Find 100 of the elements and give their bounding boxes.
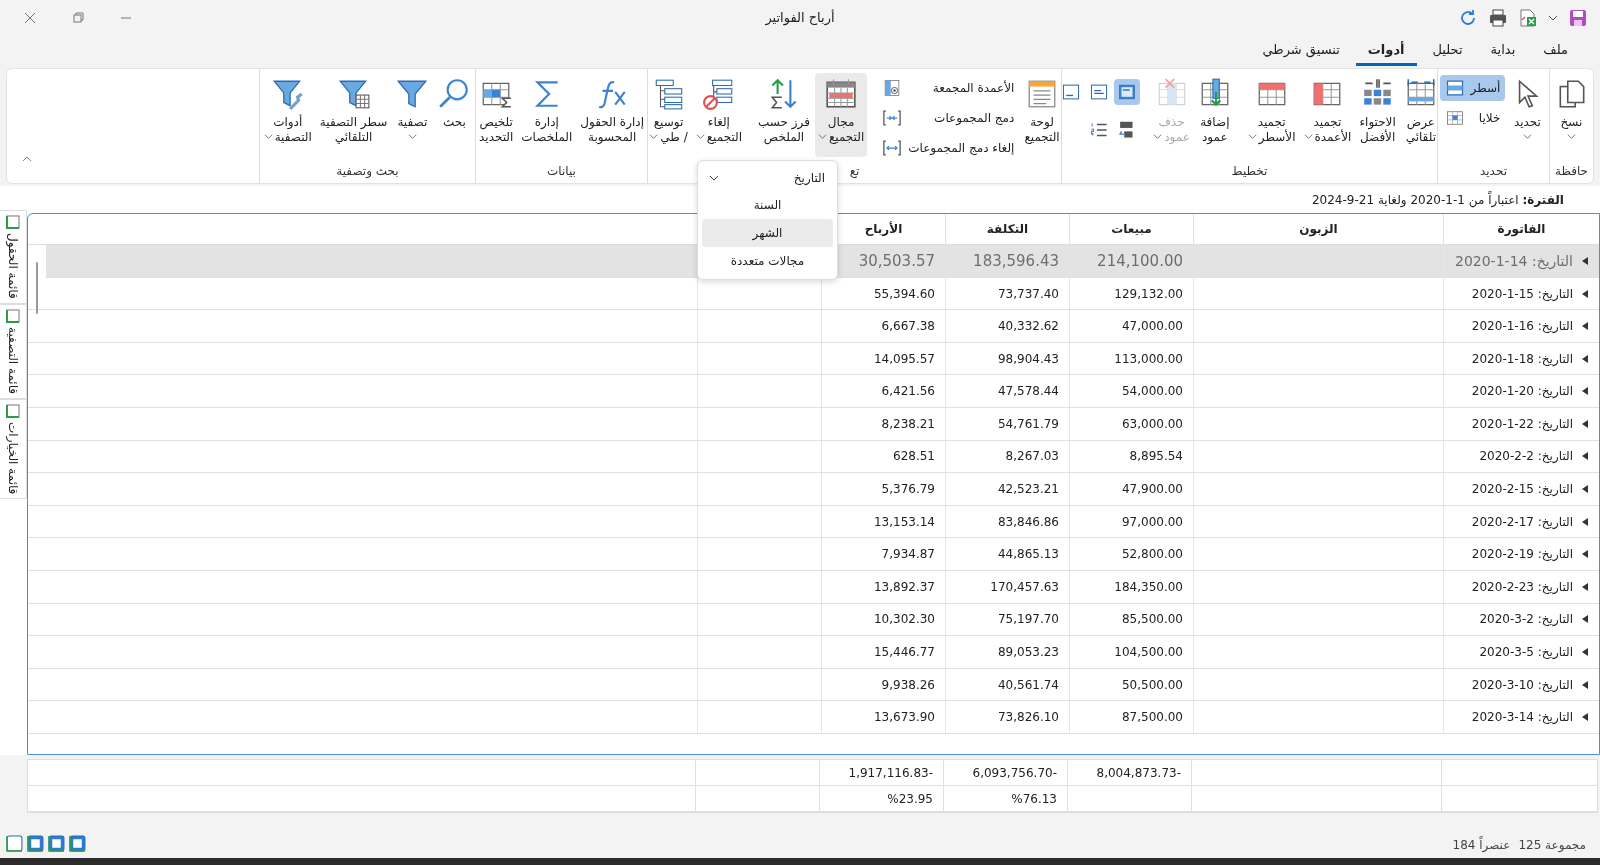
ribbon-button[interactable]: تجميد الأعمدة [1300, 73, 1355, 158]
table-cell: 13,153.14 [821, 505, 945, 538]
ribbon-button[interactable]: الأعمدة المجمعة [877, 75, 1020, 102]
table-cell: 42,523.21 [945, 473, 1069, 505]
caret-icon [1522, 132, 1532, 142]
group-label-cell: التاريخ: 14-3-2020 [1471, 710, 1573, 725]
table-cell: 10,302.30 [821, 603, 945, 636]
ribbon-button[interactable]: تحديد [1507, 73, 1548, 158]
group-label-cell: التاريخ: 15-2-2020 [1471, 482, 1573, 497]
ribbon-button[interactable]: تجميد الأسطر [1244, 73, 1299, 158]
ribbon-button[interactable]: أدوات التصفية [260, 73, 315, 158]
column-header[interactable]: التكلفة [945, 214, 1069, 245]
ribbon-button[interactable]: توسيع / طي [646, 73, 691, 158]
group-label-cell: التاريخ: 14-1-2020 [1454, 252, 1573, 269]
ribbon-tab[interactable]: أدوات [1355, 35, 1417, 66]
group-label-cell: التاريخ: 5-3-2020 [1479, 645, 1573, 660]
summary-cell: %76.13 [943, 786, 1067, 812]
table-cell: 13,673.90 [821, 701, 945, 733]
table-cell: 8,895.54 [1069, 440, 1193, 473]
ribbon-button[interactable]: عرض تلقائي [1400, 73, 1441, 158]
group-label-cell: التاريخ: 17-2-2020 [1471, 514, 1573, 529]
table-cell: 104,500.00 [1069, 636, 1193, 668]
ribbon-tab[interactable]: ملف [1531, 35, 1580, 66]
group-label: تحديد [1480, 164, 1507, 179]
side-tab[interactable]: قائمة الحقول [0, 210, 27, 304]
expand-icon[interactable] [1581, 419, 1589, 428]
panel-toggle-icon[interactable] [27, 835, 44, 852]
expand-icon[interactable] [1581, 582, 1589, 591]
panel-toggle-icon[interactable] [48, 835, 65, 852]
close-icon[interactable] [24, 11, 36, 24]
refresh-icon[interactable] [1458, 7, 1478, 28]
ribbon-button[interactable]: مجال التجميع [814, 73, 868, 158]
column-header[interactable]: الفاتورة [1443, 214, 1599, 245]
table-cell: 8,267.03 [945, 440, 1069, 473]
restore-icon[interactable] [72, 11, 84, 24]
caret-icon [263, 132, 273, 142]
menu-item[interactable]: الشهر [702, 219, 833, 247]
group-label-cell: التاريخ: 22-1-2020 [1471, 416, 1573, 431]
column-header[interactable]: الأرباح [821, 214, 945, 245]
ribbon-button[interactable]: إضافة عمود [1194, 73, 1235, 158]
column-header[interactable]: الزبون [1193, 214, 1443, 245]
spreadsheet-export-icon[interactable] [1518, 7, 1538, 28]
group-label-cell: التاريخ: 16-1-2020 [1471, 319, 1573, 334]
ribbon-button[interactable]: دمج المجموعات [877, 105, 1020, 132]
ribbon-button[interactable]: بحث [434, 73, 475, 158]
summary-cell: 6,093,756.70- [943, 760, 1067, 786]
side-tab[interactable]: قائمة الخيارات [0, 398, 27, 500]
ribbon-button[interactable]: تلخيص التحديد [476, 73, 517, 158]
expand-icon[interactable] [1581, 322, 1589, 331]
ribbon-tab[interactable]: بداية [1478, 35, 1528, 66]
ribbon-button[interactable]: تصفية [392, 73, 433, 158]
group-label-cell: التاريخ: 2-3-2020 [1479, 612, 1573, 627]
ribbon-button[interactable]: إلغاء التجميع [692, 73, 746, 158]
panel-toggle-icon[interactable] [69, 835, 86, 852]
expand-icon[interactable] [1581, 289, 1589, 298]
menu-header[interactable]: التاريخ [702, 165, 833, 191]
caret-icon [817, 132, 827, 142]
caret-icon [407, 132, 417, 142]
caret-icon [1247, 132, 1257, 142]
ribbon-button[interactable]: إلغاء دمج المجموعات [877, 135, 1020, 162]
ribbon-button[interactable]: نسخ [1551, 73, 1592, 158]
ribbon-button[interactable]: سطر التصفية التلقائي [316, 73, 391, 158]
expand-icon[interactable] [1581, 387, 1589, 396]
ribbon-button[interactable]: لوحة التجميع [1021, 73, 1063, 158]
table-cell: 47,578.44 [945, 375, 1069, 408]
ribbon-tab[interactable]: تحليل [1420, 35, 1475, 66]
ribbon-button[interactable]: إدارة الحقول المحسوبة [577, 73, 647, 158]
ribbon-button[interactable]: فرز حسب الملخص [755, 73, 813, 158]
group-label: حافظة [1554, 164, 1589, 179]
split-icon [882, 138, 903, 159]
print-icon[interactable] [1488, 7, 1508, 28]
expand-icon[interactable] [1581, 452, 1589, 461]
table-cell: 75,197.70 [945, 603, 1069, 636]
ribbon-button[interactable]: إدارة الملخصات [518, 73, 576, 158]
ribbon-button[interactable]: أسطر [1439, 75, 1506, 102]
ribbon-button[interactable]: خلايا [1439, 105, 1506, 132]
expand-icon[interactable] [1581, 648, 1589, 657]
table-cell: 54,000.00 [1069, 375, 1193, 408]
side-tab[interactable]: قائمة التصفية [0, 303, 27, 399]
expand-icon[interactable] [1581, 615, 1589, 624]
panel-toggle-icon[interactable] [6, 835, 23, 852]
group-label: تع [849, 164, 860, 179]
table-cell: 6,667.38 [821, 310, 945, 342]
expand-icon[interactable] [1581, 680, 1589, 689]
column-header[interactable]: مبيعات [1069, 214, 1193, 245]
group-label-cell: التاريخ: 10-3-2020 [1471, 677, 1573, 692]
expand-icon[interactable] [1581, 256, 1589, 265]
layout-button[interactable] [1114, 79, 1141, 106]
ribbon-tab[interactable]: تنسيق شرطي [1250, 35, 1352, 66]
expand-icon[interactable] [1581, 713, 1589, 722]
group-label-cell: التاريخ: 18-1-2020 [1471, 351, 1573, 366]
table-cell: 44,865.13 [945, 538, 1069, 571]
expand-icon[interactable] [1581, 354, 1589, 363]
table-cell: 73,826.10 [945, 701, 1069, 733]
expand-icon[interactable] [1581, 550, 1589, 559]
expand-icon[interactable] [1581, 485, 1589, 494]
ribbon-button[interactable]: الاحتواء الأفضل [1356, 73, 1399, 158]
scrollbar[interactable] [36, 262, 38, 315]
save-icon[interactable] [1568, 7, 1588, 28]
expand-icon[interactable] [1581, 517, 1589, 526]
